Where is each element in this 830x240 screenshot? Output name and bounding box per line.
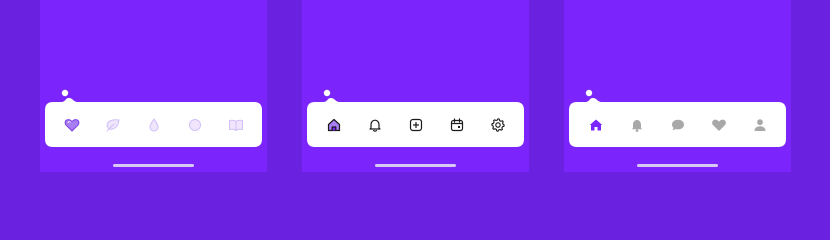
- tab-notifications[interactable]: [360, 110, 390, 140]
- phone-screen-outline: [302, 0, 529, 172]
- tab-nature[interactable]: [98, 110, 128, 140]
- circle-icon: [188, 118, 201, 131]
- user-icon: [754, 118, 765, 131]
- tab-circle[interactable]: [180, 110, 210, 140]
- tab-favorites[interactable]: [704, 110, 734, 140]
- drop-icon: [148, 117, 159, 132]
- tab-bar: [307, 89, 524, 147]
- gear-icon: [490, 117, 505, 132]
- phone-screen-filled: [564, 0, 791, 172]
- add-square-icon: [409, 118, 422, 131]
- tab-profile[interactable]: [745, 110, 775, 140]
- tab-home[interactable]: [581, 110, 611, 140]
- home-icon: [589, 119, 602, 130]
- heart-icon: [64, 118, 79, 132]
- home-indicator[interactable]: [637, 164, 718, 167]
- tab-notifications[interactable]: [622, 110, 652, 140]
- tab-library[interactable]: [221, 110, 251, 140]
- tab-bar: [45, 89, 262, 147]
- bell-icon: [631, 119, 642, 132]
- canvas: [0, 0, 830, 240]
- chat-bubble-icon: [671, 119, 684, 130]
- tab-favorites[interactable]: [57, 110, 87, 140]
- tab-water[interactable]: [139, 110, 169, 140]
- tab-calendar[interactable]: [442, 110, 472, 140]
- heart-icon: [711, 119, 726, 131]
- tab-settings[interactable]: [483, 110, 513, 140]
- leaf-icon: [105, 118, 120, 131]
- tab-home[interactable]: [319, 110, 349, 140]
- bell-icon: [368, 119, 381, 132]
- calendar-icon: [450, 117, 463, 131]
- phone-screen-pastel: [40, 0, 267, 172]
- home-icon: [327, 118, 340, 131]
- home-indicator[interactable]: [113, 164, 194, 167]
- tab-add[interactable]: [401, 110, 431, 140]
- tab-messages[interactable]: [663, 110, 693, 140]
- book-icon: [228, 119, 243, 131]
- home-indicator[interactable]: [375, 164, 456, 167]
- tab-bar: [569, 89, 786, 147]
